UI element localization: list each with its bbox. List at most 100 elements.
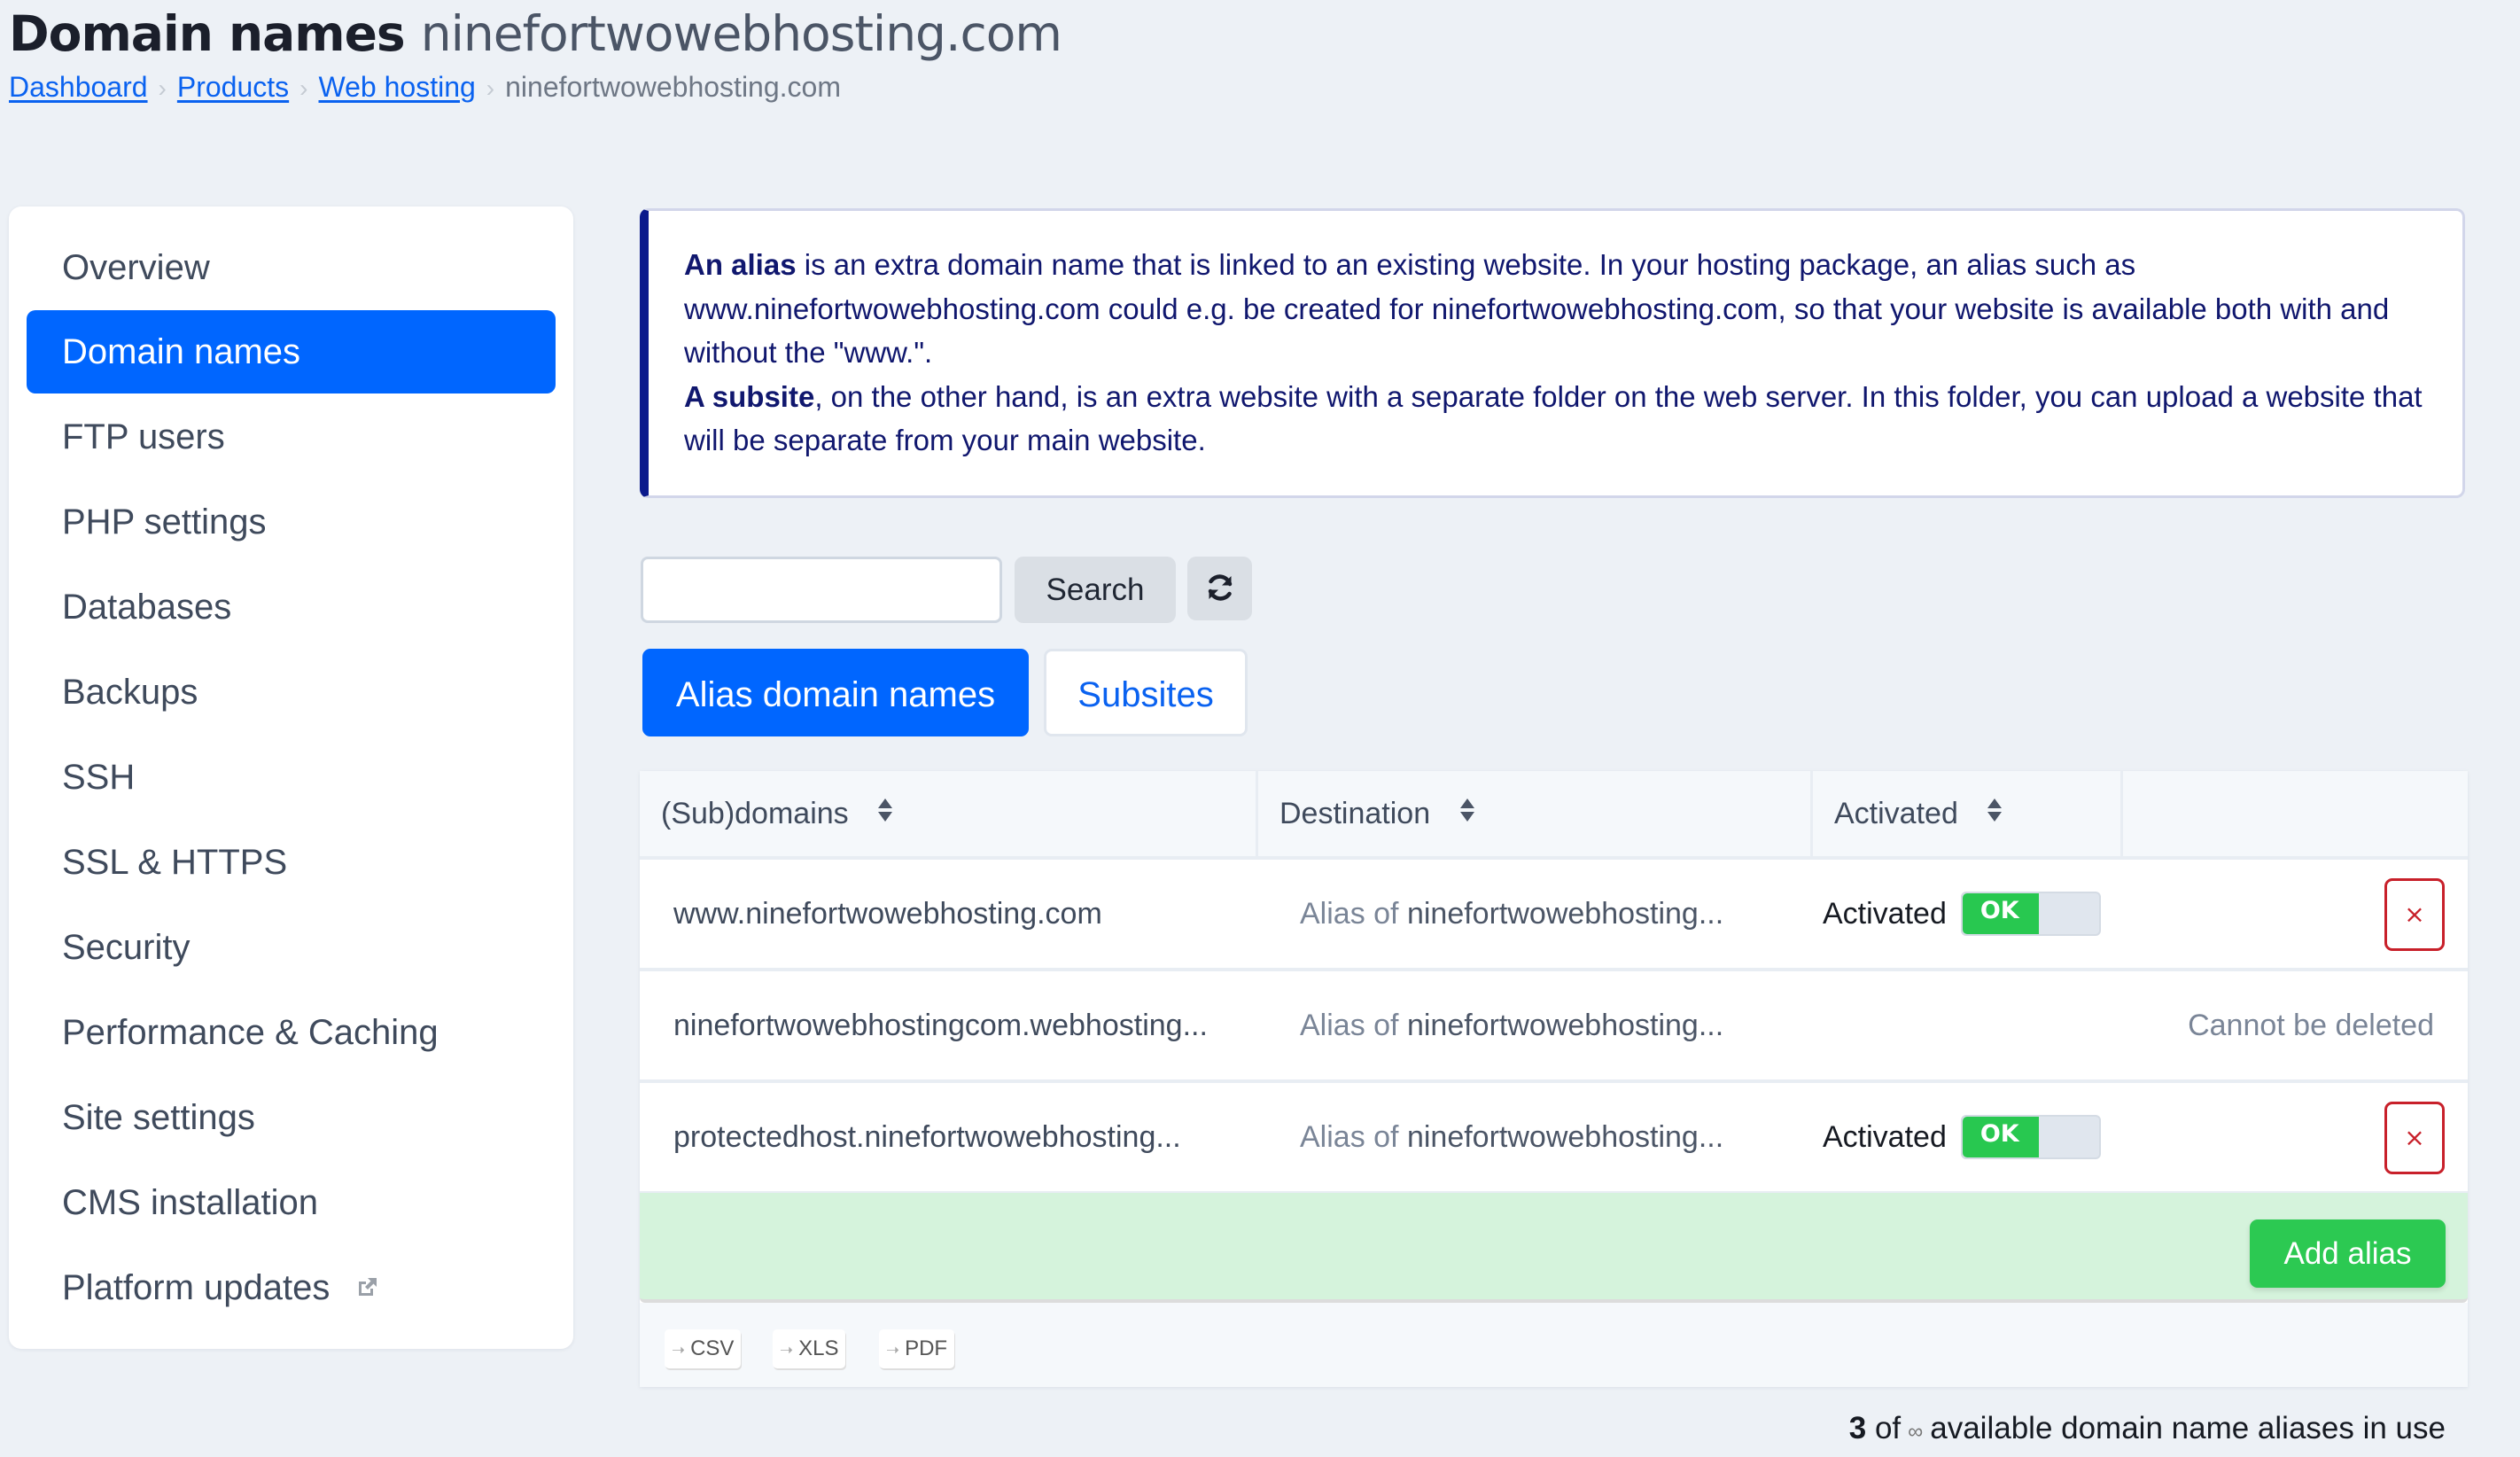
sidebar-item-php-settings[interactable]: PHP settings xyxy=(27,480,556,564)
sidebar-item-ssl-https[interactable]: SSL & HTTPS xyxy=(27,821,556,904)
destination-name: ninefortwowebhosting... xyxy=(1406,1009,1724,1042)
usage-count: 3 xyxy=(1848,1411,1867,1445)
sidebar-item-label: Databases xyxy=(62,588,232,627)
table-row: www.ninefortwowebhosting.com Alias of ni… xyxy=(640,860,2468,971)
breadcrumb-separator: › xyxy=(486,74,495,102)
destination-name: ninefortwowebhosting... xyxy=(1406,897,1724,931)
info-subsite-paragraph: A subsite, on the other hand, is an extr… xyxy=(684,375,2427,463)
export-xls-button[interactable]: ➝ XLS xyxy=(773,1329,846,1368)
breadcrumb-web-hosting[interactable]: Web hosting xyxy=(318,71,475,103)
table-row: protectedhost.ninefortwowebhosting... Al… xyxy=(640,1083,2468,1195)
tab-alias-domain-names[interactable]: Alias domain names xyxy=(642,649,1029,736)
destination-prefix: Alias of xyxy=(1300,1009,1407,1042)
sidebar-item-label: Backups xyxy=(62,673,198,712)
sidebar-item-label: Performance & Caching xyxy=(62,1013,439,1052)
status-label: Activated xyxy=(1823,1120,1947,1154)
search-input[interactable] xyxy=(641,557,1002,623)
sidebar-item-cms-installation[interactable]: CMS installation xyxy=(27,1161,556,1244)
sidebar-item-label: Site settings xyxy=(62,1098,255,1137)
sidebar-item-databases[interactable]: Databases xyxy=(27,565,556,649)
cell-activated: Activated OK xyxy=(1823,860,2101,968)
sort-icon xyxy=(876,770,894,855)
export-csv-button[interactable]: ➝ CSV xyxy=(665,1329,742,1368)
alias-usage-summary: 3 of ∞ available domain name aliases in us… xyxy=(1849,1407,2446,1453)
sidebar-item-overview[interactable]: Overview xyxy=(27,226,556,309)
search-button[interactable]: Search xyxy=(1015,557,1176,623)
activated-toggle[interactable]: OK xyxy=(1960,1115,2101,1159)
column-header-label: (Sub)domains xyxy=(661,797,849,830)
table-header: (Sub)domains Destination Activated xyxy=(640,771,2468,860)
arrow-right-icon: ➝ xyxy=(672,1341,686,1359)
column-header-subdomains[interactable]: (Sub)domains xyxy=(640,771,1258,856)
sidebar-item-platform-updates[interactable]: Platform updates xyxy=(27,1246,556,1329)
refresh-button[interactable] xyxy=(1187,557,1252,620)
column-header-destination[interactable]: Destination xyxy=(1258,771,1813,856)
sidebar-item-label: Domain names xyxy=(62,332,301,371)
column-header-actions xyxy=(2123,771,2468,856)
sidebar-item-domain-names[interactable]: Domain names xyxy=(27,310,556,393)
sidebar-item-label: CMS installation xyxy=(62,1183,319,1222)
toggle-on-label: OK xyxy=(1962,1117,2039,1157)
cell-destination: Alias of ninefortwowebhosting... xyxy=(1300,1083,1723,1191)
sidebar-item-label: SSH xyxy=(62,758,136,797)
status-label: Activated xyxy=(1823,897,1947,931)
activated-toggle[interactable]: OK xyxy=(1960,892,2101,936)
sidebar-item-ftp-users[interactable]: FTP users xyxy=(27,395,556,479)
page-title: Domain names ninefortwowebhosting.com xyxy=(9,2,1062,66)
export-pdf-button[interactable]: ➝ PDF xyxy=(879,1329,955,1368)
sidebar-item-performance-caching[interactable]: Performance & Caching xyxy=(27,991,556,1074)
arrow-right-icon: ➝ xyxy=(780,1341,794,1359)
usage-of: of xyxy=(1874,1411,1902,1445)
page-title-domain: ninefortwowebhosting.com xyxy=(420,5,1062,62)
sidebar-item-label: PHP settings xyxy=(62,503,267,542)
column-header-label: Destination xyxy=(1279,797,1431,830)
cannot-delete-note: Cannot be deleted xyxy=(2188,1009,2434,1042)
cell-destination: Alias of ninefortwowebhosting... xyxy=(1300,971,1723,1079)
toggle-on-label: OK xyxy=(1962,893,2039,934)
sidebar: Overview Domain names FTP users PHP sett… xyxy=(9,206,573,1349)
destination-prefix: Alias of xyxy=(1300,897,1407,931)
info-alias-paragraph: An alias is an extra domain name that is… xyxy=(684,243,2427,375)
column-header-activated[interactable]: Activated xyxy=(1813,771,2123,856)
cell-activated: Activated OK xyxy=(1823,1083,2101,1191)
export-bar: ➝ CSV ➝ XLS ➝ PDF xyxy=(640,1303,2468,1387)
sidebar-item-security[interactable]: Security xyxy=(27,906,556,989)
cell-domain: www.ninefortwowebhosting.com xyxy=(673,897,1102,931)
sidebar-item-backups[interactable]: Backups xyxy=(27,651,556,734)
sidebar-item-site-settings[interactable]: Site settings xyxy=(27,1076,556,1159)
sidebar-item-label: Platform updates xyxy=(62,1268,331,1307)
infinity-icon: ∞ xyxy=(1908,1420,1924,1444)
export-label: PDF xyxy=(905,1336,948,1360)
sort-icon xyxy=(1458,770,1476,855)
breadcrumb-current: ninefortwowebhosting.com xyxy=(505,71,841,103)
close-icon: × xyxy=(2404,900,2425,929)
sidebar-item-label: Overview xyxy=(62,248,210,287)
arrow-right-icon: ➝ xyxy=(886,1341,900,1359)
sidebar-item-label: SSL & HTTPS xyxy=(62,843,288,882)
sidebar-item-label: Security xyxy=(62,928,191,967)
add-alias-button[interactable]: Add alias xyxy=(2250,1219,2446,1288)
info-alias-text: is an extra domain name that is linked t… xyxy=(684,248,2390,369)
add-alias-bar: Add alias xyxy=(640,1193,2468,1303)
export-label: XLS xyxy=(798,1336,839,1360)
info-subsite-text: , on the other hand, is an extra website… xyxy=(684,379,2423,457)
cell-domain: ninefortwowebhostingcom.webhosting... xyxy=(673,1009,1208,1042)
sort-icon xyxy=(1986,770,2003,855)
breadcrumb-separator: › xyxy=(158,74,167,102)
breadcrumb-dashboard[interactable]: Dashboard xyxy=(9,71,148,103)
delete-button[interactable]: × xyxy=(2384,878,2445,951)
info-subsite-term: A subsite xyxy=(684,379,815,413)
usage-text: available domain name aliases in use xyxy=(1930,1411,2446,1445)
cell-domain: protectedhost.ninefortwowebhosting... xyxy=(673,1120,1181,1154)
external-link-icon xyxy=(356,1245,379,1328)
info-alias-term: An alias xyxy=(684,248,797,281)
breadcrumb-products[interactable]: Products xyxy=(177,71,289,103)
sidebar-item-label: FTP users xyxy=(62,417,225,456)
column-header-label: Activated xyxy=(1834,797,1958,830)
delete-button[interactable]: × xyxy=(2384,1102,2445,1174)
refresh-icon xyxy=(1205,573,1235,605)
breadcrumb-separator: › xyxy=(299,74,308,102)
sidebar-item-ssh[interactable]: SSH xyxy=(27,736,556,819)
tab-subsites[interactable]: Subsites xyxy=(1044,649,1248,736)
close-icon: × xyxy=(2404,1123,2425,1152)
